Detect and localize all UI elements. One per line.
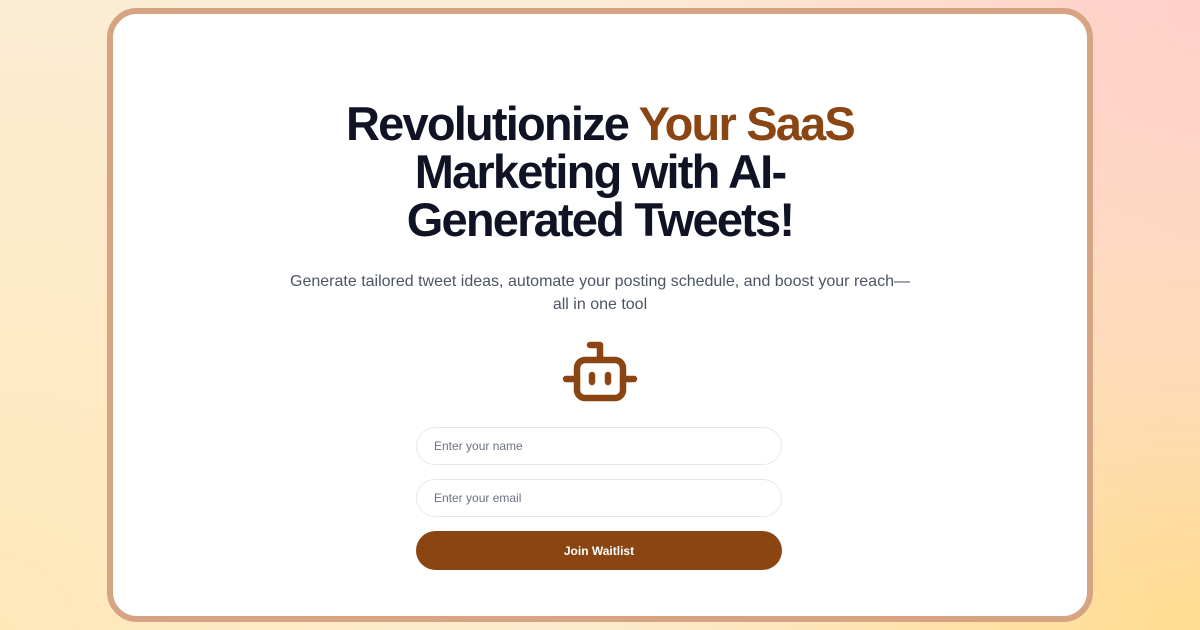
hero-subtitle: Generate tailored tweet ideas, automate …: [113, 270, 1087, 316]
robot-icon: [562, 341, 638, 402]
hero-subtitle-line-1: Generate tailored tweet ideas, automate …: [290, 273, 910, 290]
hero-title-accent: Your SaaS: [638, 97, 856, 150]
waitlist-card: Revolutionize Your SaaS Marketing with A…: [107, 8, 1093, 622]
email-input[interactable]: [416, 479, 782, 517]
hero-title: Revolutionize Your SaaS Marketing with A…: [113, 100, 1087, 244]
hero-title-line-3: Generated Tweets!: [406, 193, 795, 246]
hero-title-line-1: Revolutionize Your SaaS: [113, 100, 1087, 148]
hero-subtitle-line-2: all in one tool: [552, 296, 648, 313]
hero-title-text: Revolutionize: [346, 97, 639, 150]
name-input[interactable]: [416, 427, 782, 465]
hero-title-line-2: Marketing with AI-: [414, 145, 787, 198]
join-waitlist-button[interactable]: Join Waitlist: [416, 531, 782, 570]
